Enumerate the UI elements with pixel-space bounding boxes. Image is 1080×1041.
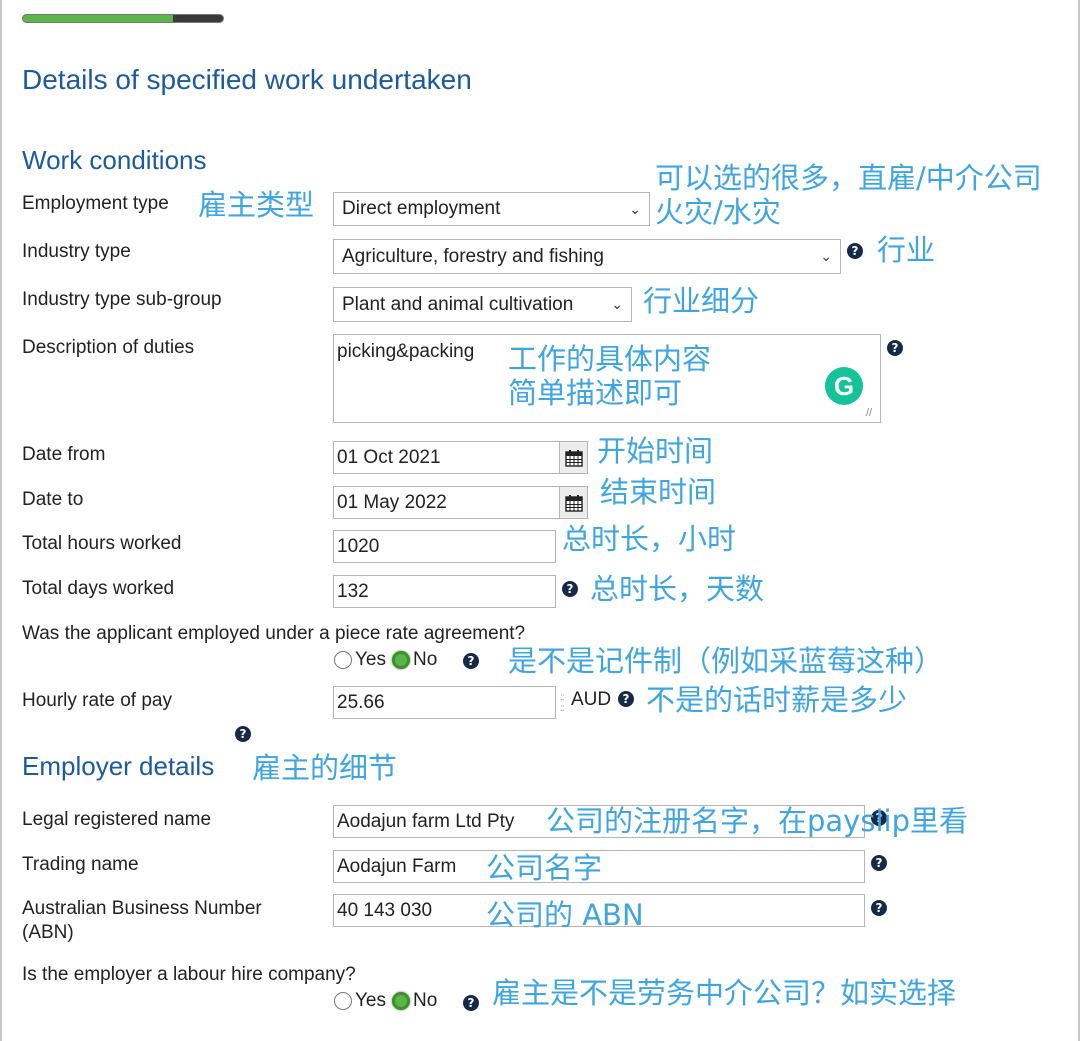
piece-rate-yes-label[interactable]: Yes <box>355 649 386 671</box>
abn-label-line2: (ABN) <box>22 922 74 943</box>
hourly-rate-label: Hourly rate of pay <box>22 690 172 711</box>
industry-subgroup-select[interactable]: Plant and animal cultivation ⌄ <box>333 287 632 322</box>
abn-label: Australian Business Number (ABN) <box>22 897 262 945</box>
industry-type-label: Industry type <box>22 241 131 262</box>
employment-type-select[interactable]: Direct employment ⌄ <box>333 192 650 226</box>
annotation-abn: 公司的 ABN <box>486 898 644 932</box>
employment-type-value: Direct employment <box>342 198 501 219</box>
annotation-employment-type: 雇主类型 <box>198 188 315 222</box>
annotation-industry-type: 行业 <box>877 233 936 267</box>
piece-rate-question: Was the applicant employed under a piece… <box>22 623 526 644</box>
legal-name-label: Legal registered name <box>22 809 212 830</box>
date-from-value: 01 Oct 2021 <box>337 446 441 468</box>
annotation-total-hours: 总时长，小时 <box>562 522 737 556</box>
date-to-calendar-button[interactable] <box>560 486 588 519</box>
help-icon-description[interactable]: ? <box>887 340 903 356</box>
total-days-input[interactable]: 132 <box>333 575 556 608</box>
description-label: Description of duties <box>22 337 195 358</box>
chevron-down-icon: ⌄ <box>611 296 623 312</box>
annotation-employment-options-2: 火灾/水灾 <box>655 195 781 229</box>
total-days-label: Total days worked <box>22 578 175 599</box>
annotation-date-to: 结束时间 <box>600 475 717 509</box>
abn-label-line1: Australian Business Number <box>22 898 262 919</box>
annotation-piece-rate: 是不是记件制（例如采蓝莓这种） <box>508 644 944 678</box>
labour-hire-radio-group: Yes No <box>334 990 443 1012</box>
labour-hire-yes-label[interactable]: Yes <box>355 990 386 1012</box>
hourly-rate-value: 25.66 <box>337 691 385 713</box>
total-hours-value: 1020 <box>337 535 380 557</box>
annotation-hourly-rate: 不是的话时薪是多少 <box>646 683 908 717</box>
annotation-date-from: 开始时间 <box>597 434 714 468</box>
employment-type-label: Employment type <box>22 193 169 214</box>
annotation-employment-options: 可以选的很多，直雇/中介公司 <box>655 161 1042 195</box>
piece-rate-yes-radio[interactable] <box>334 651 352 669</box>
date-to-input[interactable]: 01 May 2022 <box>333 486 560 519</box>
annotation-industry-subgroup: 行业细分 <box>643 284 760 318</box>
trading-name-value: Aodajun Farm <box>337 855 457 877</box>
chevron-down-icon: ⌄ <box>629 200 641 217</box>
piece-rate-no-label[interactable]: No <box>413 649 437 671</box>
annotation-labour-hire: 雇主是不是劳务中介公司？如实选择 <box>492 976 957 1010</box>
resize-handle-icon[interactable]: // <box>866 407 872 419</box>
labour-hire-no-radio[interactable] <box>392 992 410 1010</box>
total-days-value: 132 <box>337 580 369 602</box>
labour-hire-yes-radio[interactable] <box>334 992 352 1010</box>
progress-bar <box>22 14 224 23</box>
help-icon-piece-rate[interactable]: ? <box>463 653 479 669</box>
annotation-employer-details: 雇主的细节 <box>252 751 398 785</box>
trading-name-label: Trading name <box>22 854 139 875</box>
date-to-label: Date to <box>22 489 84 510</box>
labour-hire-no-label[interactable]: No <box>413 990 437 1012</box>
calendar-icon <box>564 494 583 512</box>
annotation-legal-name: 公司的注册名字，在payslip里看 <box>546 804 968 838</box>
piece-rate-radio-group: Yes No <box>334 649 443 671</box>
annotation-description: 工作的具体内容 <box>508 342 712 376</box>
date-from-input[interactable]: 01 Oct 2021 <box>333 441 560 474</box>
help-icon-labour-hire[interactable]: ? <box>463 995 479 1011</box>
industry-type-value: Agriculture, forestry and fishing <box>342 245 604 267</box>
progress-fill <box>23 15 173 22</box>
legal-name-value: Aodajun farm Ltd Pty <box>337 810 515 832</box>
help-icon-total-days[interactable]: ? <box>562 581 578 597</box>
labour-hire-question: Is the employer a labour hire company? <box>22 964 356 985</box>
help-icon-employer-details[interactable]: ? <box>235 726 251 742</box>
annotation-total-days: 总时长，天数 <box>590 572 765 606</box>
page-title: Details of specified work undertaken <box>22 64 472 95</box>
grammarly-icon[interactable]: G <box>825 367 863 405</box>
hourly-rate-input[interactable]: 25.66 <box>333 686 556 719</box>
date-from-label: Date from <box>22 444 106 465</box>
help-icon-trading-name[interactable]: ? <box>871 855 887 871</box>
piece-rate-no-radio[interactable] <box>392 651 410 669</box>
abn-value: 40 143 030 <box>337 899 433 921</box>
industry-subgroup-label: Industry type sub-group <box>22 289 222 310</box>
date-to-value: 01 May 2022 <box>337 491 447 513</box>
total-hours-label: Total hours worked <box>22 533 182 554</box>
annotation-description-2: 简单描述即可 <box>508 376 683 410</box>
calendar-icon <box>564 449 583 467</box>
section-heading-employer-details: Employer details <box>22 751 215 781</box>
total-hours-input[interactable]: 1020 <box>333 530 556 563</box>
help-icon-industry-type[interactable]: ? <box>847 243 863 259</box>
industry-type-select[interactable]: Agriculture, forestry and fishing ⌄ <box>333 239 841 274</box>
help-icon-abn[interactable]: ? <box>871 900 887 916</box>
help-icon-hourly-rate[interactable]: ? <box>618 691 634 707</box>
drag-handle-icon: :::: <box>560 692 564 714</box>
industry-subgroup-value: Plant and animal cultivation <box>342 293 574 315</box>
chevron-down-icon: ⌄ <box>820 248 832 264</box>
annotation-trading-name: 公司名字 <box>486 851 603 885</box>
window-border-left <box>0 0 2 1041</box>
section-heading-work-conditions: Work conditions <box>22 145 207 175</box>
currency-label: AUD <box>571 689 612 710</box>
date-from-calendar-button[interactable] <box>560 441 588 474</box>
